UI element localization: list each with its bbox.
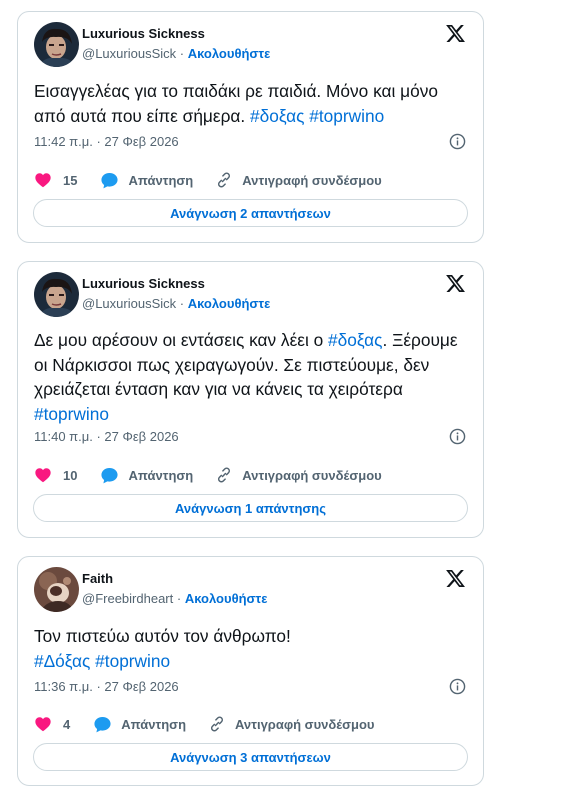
reply-bubble-icon xyxy=(101,467,119,483)
like-count: 10 xyxy=(63,467,78,483)
reply-bubble-icon xyxy=(101,172,119,188)
separator: · xyxy=(176,591,182,606)
tweet-text-part: Τον πιστεύω αυτόν τον άνθρωπο! xyxy=(34,626,291,646)
heart-icon xyxy=(35,717,51,732)
reply-button[interactable]: Απάντηση xyxy=(100,466,193,485)
read-replies-button[interactable]: Ανάγνωση 3 απαντήσεων xyxy=(33,743,468,771)
action-bar: 10 Απάντηση Αντιγραφή συνδέσμου xyxy=(34,463,382,487)
display-name[interactable]: Luxurious Sickness xyxy=(82,276,205,291)
link-icon xyxy=(218,172,231,188)
hashtag-link[interactable]: #δοξας xyxy=(250,106,304,126)
hashtag-link[interactable]: #δοξας xyxy=(328,330,382,350)
read-replies-button[interactable]: Ανάγνωση 1 απάντησης xyxy=(33,494,468,522)
info-icon[interactable] xyxy=(449,428,466,445)
hashtag-link[interactable]: #toprwino xyxy=(309,106,384,126)
reply-label: Απάντηση xyxy=(128,172,194,188)
separator: · xyxy=(179,296,185,311)
hashtag-link[interactable]: #Δόξας xyxy=(34,651,90,671)
heart-icon xyxy=(35,173,51,188)
like-count: 15 xyxy=(63,172,78,188)
reply-button[interactable]: Απάντηση xyxy=(100,171,193,190)
copy-link-button[interactable]: Αντιγραφή συνδέσμου xyxy=(208,715,374,733)
timestamp[interactable]: 11:36 π.μ. · 27 Φεβ 2026 xyxy=(34,679,179,694)
like-button[interactable]: 10 xyxy=(34,466,77,484)
copy-link-label: Αντιγραφή συνδέσμου xyxy=(235,716,375,732)
reply-label: Απάντηση xyxy=(121,716,187,732)
info-icon[interactable] xyxy=(449,133,466,150)
follow-button[interactable]: Ακολουθήστε xyxy=(185,591,268,606)
info-icon[interactable] xyxy=(449,678,466,695)
display-name[interactable]: Faith xyxy=(82,571,113,586)
tweet-text-part: Δε μου αρέσουν οι εντάσεις καν λέει ο xyxy=(34,330,329,350)
handle[interactable]: @LuxuriousSick xyxy=(82,296,176,311)
follow-button[interactable]: Ακολουθήστε xyxy=(188,296,271,311)
tweet-card: Luxurious Sickness @LuxuriousSick · Ακολ… xyxy=(17,261,484,538)
handle[interactable]: @LuxuriousSick xyxy=(82,46,176,61)
copy-link-label: Αντιγραφή συνδέσμου xyxy=(242,467,382,483)
handle-line: @LuxuriousSick · Ακολουθήστε xyxy=(82,46,270,61)
reply-bubble-icon xyxy=(94,716,111,732)
link-icon xyxy=(211,716,224,732)
timestamp[interactable]: 11:40 π.μ. · 27 Φεβ 2026 xyxy=(34,429,179,444)
follow-button[interactable]: Ακολουθήστε xyxy=(188,46,271,61)
separator: · xyxy=(179,46,185,61)
hashtag-link[interactable]: #toprwino xyxy=(95,651,170,671)
x-logo-icon[interactable] xyxy=(445,568,466,589)
avatar[interactable] xyxy=(34,22,79,67)
handle[interactable]: @Freebirdheart xyxy=(82,591,173,606)
copy-link-button[interactable]: Αντιγραφή συνδέσμου xyxy=(215,466,382,484)
handle-line: @LuxuriousSick · Ακολουθήστε xyxy=(82,296,270,311)
x-logo-icon[interactable] xyxy=(445,23,466,44)
like-button[interactable]: 4 xyxy=(34,715,70,733)
copy-link-label: Αντιγραφή συνδέσμου xyxy=(242,172,382,188)
reply-label: Απάντηση xyxy=(128,467,194,483)
heart-icon xyxy=(35,468,51,483)
display-name[interactable]: Luxurious Sickness xyxy=(82,26,205,41)
tweet-text: Εισαγγελέας για το παιδάκι ρε παιδιά. Μό… xyxy=(34,79,469,128)
copy-link-button[interactable]: Αντιγραφή συνδέσμου xyxy=(215,171,382,189)
timestamp[interactable]: 11:42 π.μ. · 27 Φεβ 2026 xyxy=(34,134,179,149)
link-icon xyxy=(218,467,231,483)
read-replies-button[interactable]: Ανάγνωση 2 απαντήσεων xyxy=(33,199,468,227)
x-logo-icon[interactable] xyxy=(445,273,466,294)
tweet-card: Faith @Freebirdheart · Ακολουθήστε Τον π… xyxy=(17,556,484,786)
action-bar: 4 Απάντηση Αντιγραφή συνδέσμου xyxy=(34,712,374,736)
reply-button[interactable]: Απάντηση xyxy=(93,715,186,734)
avatar[interactable] xyxy=(34,272,79,317)
action-bar: 15 Απάντηση Αντιγραφή συνδέσμου xyxy=(34,168,382,192)
tweet-text: Δε μου αρέσουν οι εντάσεις καν λέει ο #δ… xyxy=(34,328,469,426)
tweet-card: Luxurious Sickness @LuxuriousSick · Ακολ… xyxy=(17,11,484,243)
hashtag-link[interactable]: #toprwino xyxy=(34,404,109,424)
like-button[interactable]: 15 xyxy=(34,171,77,189)
tweet-text: Τον πιστεύω αυτόν τον άνθρωπο! #Δόξας #t… xyxy=(34,624,469,673)
avatar[interactable] xyxy=(34,567,79,612)
like-count: 4 xyxy=(63,716,71,732)
handle-line: @Freebirdheart · Ακολουθήστε xyxy=(82,591,267,606)
